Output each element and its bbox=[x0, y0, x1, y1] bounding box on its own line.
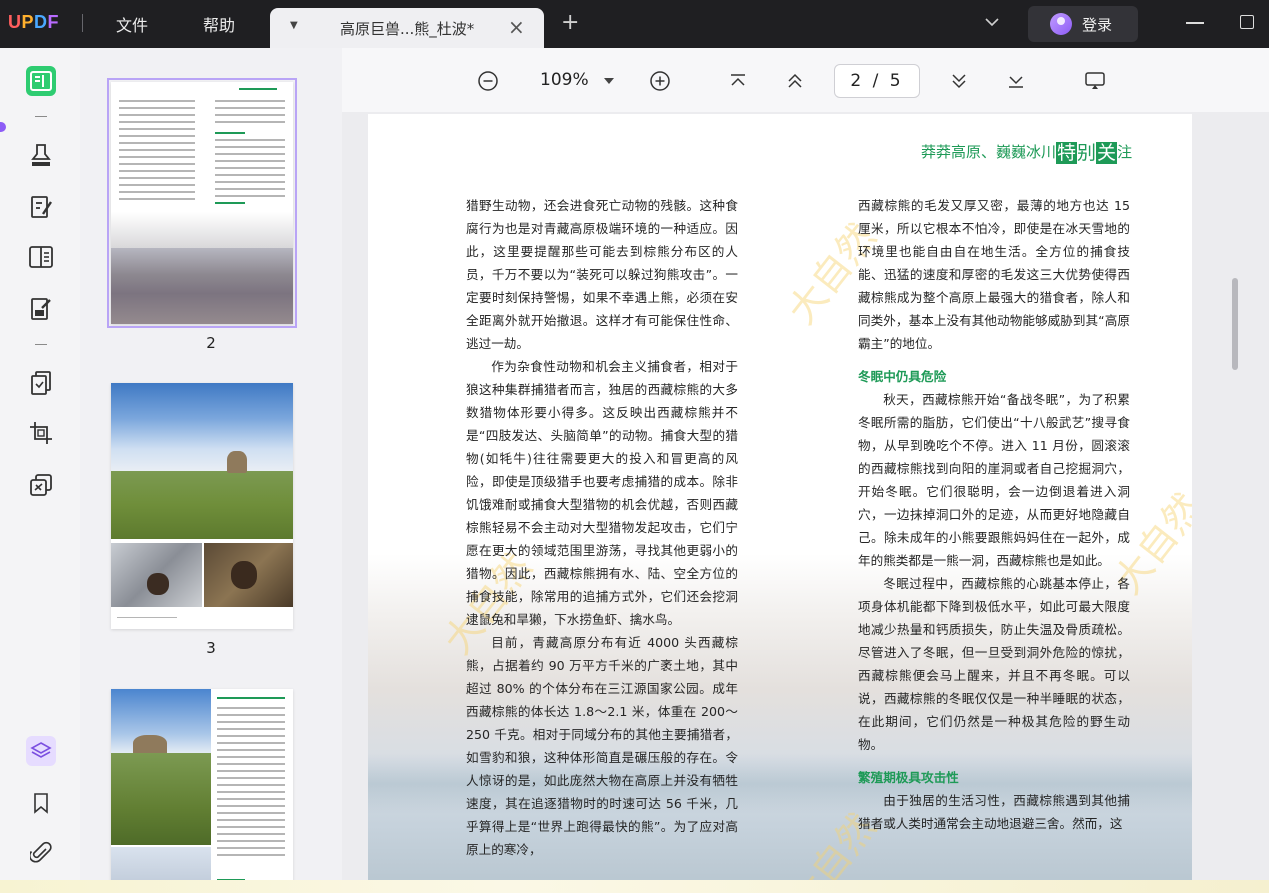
thumb-rock bbox=[227, 451, 247, 473]
document-tab[interactable]: ▼ 高原巨兽...熊_杜波* × bbox=[270, 8, 544, 48]
chevron-down-icon[interactable] bbox=[982, 12, 1002, 32]
organize-icon[interactable] bbox=[26, 242, 56, 272]
right-text-column: 西藏棕熊的毛发又厚又密，最薄的地方也达 15 厘米，所以它根本不怕冷，即使是在冰… bbox=[858, 194, 1130, 835]
zoom-out-icon[interactable] bbox=[477, 70, 499, 92]
paragraph: 西藏棕熊的毛发又厚又密，最薄的地方也达 15 厘米，所以它根本不怕冷，即使是在冰… bbox=[858, 198, 1130, 351]
presentation-icon[interactable] bbox=[1084, 70, 1106, 92]
avatar-icon bbox=[1050, 13, 1072, 35]
edge-marker: ▐ bbox=[1265, 320, 1269, 335]
title-bar: UPDF 文件 帮助 ▼ 高原巨兽...熊_杜波* × + 登录 bbox=[0, 0, 1269, 48]
convert-icon[interactable] bbox=[26, 368, 56, 398]
menu-help[interactable]: 帮助 bbox=[203, 12, 235, 36]
first-page-icon[interactable] bbox=[727, 70, 749, 92]
last-page-icon[interactable] bbox=[1005, 70, 1027, 92]
view-toolbar: 109% 2 / 5 bbox=[342, 48, 1269, 112]
menu-file[interactable]: 文件 bbox=[116, 12, 148, 36]
layers-icon[interactable] bbox=[26, 736, 56, 766]
bookmark-icon[interactable] bbox=[26, 788, 56, 818]
thumbnail-page-3[interactable] bbox=[111, 383, 293, 629]
tool-separator bbox=[35, 116, 47, 117]
thumb-bear-shape bbox=[231, 561, 257, 589]
tool-separator bbox=[35, 344, 47, 345]
left-text-column: 猎野生动物，还会进食死亡动物的残骸。这种食腐行为也是对青藏高原极端环境的一种适应… bbox=[466, 194, 738, 861]
crop-icon[interactable] bbox=[26, 418, 56, 448]
left-toolbar bbox=[0, 48, 80, 893]
comment-icon[interactable] bbox=[26, 140, 56, 170]
paragraph: 目前，青藏高原分布有近 4000 头西藏棕熊，占据着约 90 万平方千米的广袤土… bbox=[466, 635, 738, 857]
paragraph: 冬眠过程中，西藏棕熊的心跳基本停止，各项身体机能都下降到极低水平，如此可最大限度… bbox=[858, 576, 1130, 752]
updf-logo[interactable]: UPDF bbox=[8, 12, 59, 33]
thumb-bear-shape bbox=[147, 573, 169, 595]
thumb-rock bbox=[133, 735, 167, 755]
title-separator bbox=[82, 14, 83, 32]
next-page-icon[interactable] bbox=[948, 70, 970, 92]
pdf-page: 莽莽高原、巍巍冰川特别关注 大自然 大自然 大自然 大自然 猎野生动物，还会进食… bbox=[368, 114, 1192, 893]
zoom-level[interactable]: 109% bbox=[540, 70, 589, 90]
new-tab-icon[interactable]: + bbox=[561, 12, 579, 34]
paragraph: 猎野生动物，还会进食死亡动物的残骸。这种食腐行为也是对青藏高原极端环境的一种适应… bbox=[466, 198, 738, 351]
zoom-dropdown-icon[interactable] bbox=[604, 78, 614, 84]
vertical-scrollbar[interactable] bbox=[1232, 278, 1238, 370]
thumbnail-page-4[interactable] bbox=[111, 689, 293, 893]
thumbnail-page-number: 3 bbox=[206, 639, 216, 657]
previous-page-icon[interactable] bbox=[784, 70, 806, 92]
attachment-icon[interactable] bbox=[26, 838, 56, 868]
thumbnail-page-number: 2 bbox=[206, 334, 216, 352]
sidebar-edge-indicator bbox=[0, 122, 6, 132]
ocr-icon[interactable] bbox=[26, 470, 56, 500]
thumb-text-area bbox=[111, 82, 293, 212]
thumb-grassland-image bbox=[111, 753, 211, 845]
zoom-in-icon[interactable] bbox=[649, 70, 671, 92]
login-label: 登录 bbox=[1082, 16, 1113, 34]
tab-close-icon[interactable]: × bbox=[508, 15, 525, 39]
reader-icon[interactable] bbox=[26, 66, 56, 96]
bottom-strip bbox=[0, 880, 1269, 893]
edit-icon[interactable] bbox=[26, 192, 56, 222]
paragraph: 作为杂食性动物和机会主义捕食者，相对于狼这种集群捕猎者而言，独居的西藏棕熊的大多… bbox=[466, 359, 738, 627]
thumbnail-panel: 2 3 bbox=[80, 48, 342, 893]
tab-title: 高原巨兽...熊_杜波* bbox=[340, 20, 475, 38]
page-number-input[interactable]: 2 / 5 bbox=[834, 64, 920, 98]
section-heading: 冬眠中仍具危险 bbox=[858, 369, 947, 384]
minimize-icon[interactable] bbox=[1186, 22, 1204, 24]
thumbnail-page-2[interactable] bbox=[107, 78, 297, 328]
maximize-icon[interactable] bbox=[1240, 15, 1254, 29]
form-icon[interactable] bbox=[26, 294, 56, 324]
thumb-fade bbox=[111, 212, 293, 248]
paragraph: 秋天，西藏棕熊开始“备战冬眠”，为了积累冬眠所需的脂肪，它们使出“十八般武艺”搜… bbox=[858, 392, 1130, 568]
thumb-grassland-image bbox=[111, 471, 293, 539]
page-header: 莽莽高原、巍巍冰川特别关注 bbox=[921, 142, 1133, 164]
section-heading: 繁殖期极具攻击性 bbox=[858, 770, 959, 785]
thumb-landscape-image bbox=[111, 248, 293, 324]
login-button[interactable]: 登录 bbox=[1028, 6, 1138, 42]
tab-dropdown-icon[interactable]: ▼ bbox=[290, 20, 298, 31]
paragraph: 由于独居的生活习性，西藏棕熊遇到其他捕猎者或人类时通常会主动地退避三舍。然而，这 bbox=[858, 793, 1130, 831]
document-view: 109% 2 / 5 莽莽高原、巍巍冰川特别关注 大自然 大自然 大自然 大自然 bbox=[342, 48, 1269, 893]
thumb-sky-image bbox=[111, 383, 293, 471]
